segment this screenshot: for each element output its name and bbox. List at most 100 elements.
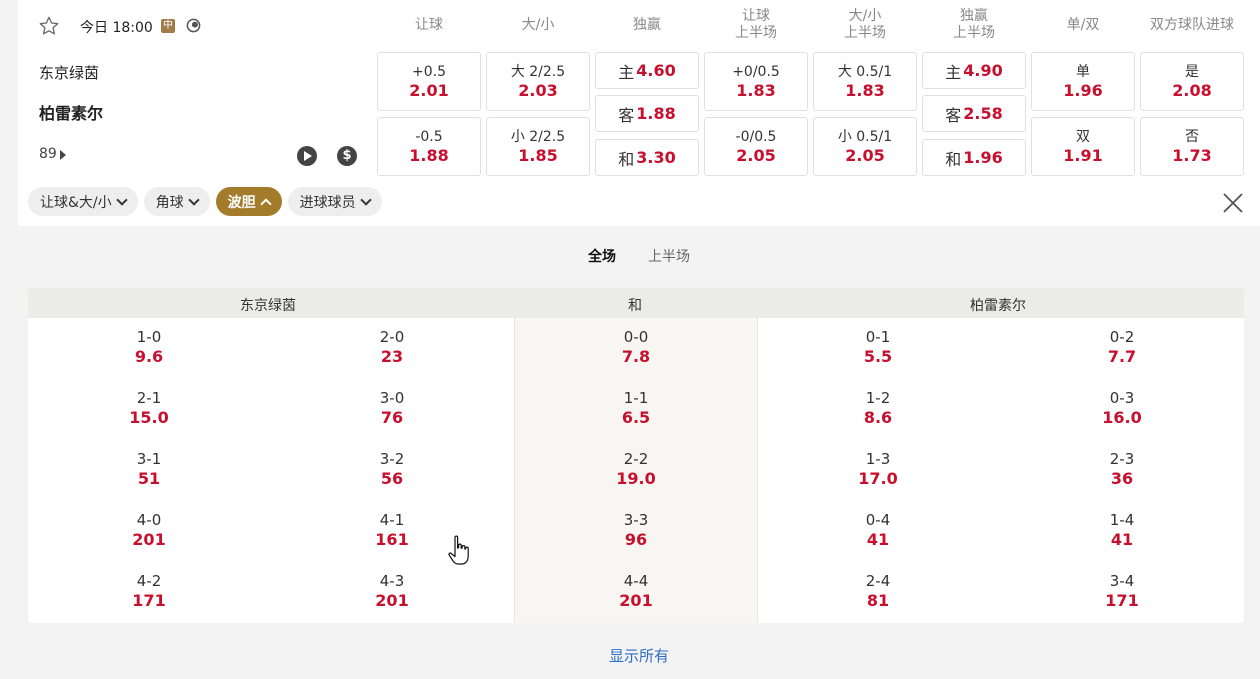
score-label: 1-0 — [136, 328, 162, 346]
score-odds: 9.6 — [134, 347, 164, 366]
dollar-icon[interactable]: $ — [337, 146, 357, 166]
chevron-down-icon — [359, 193, 372, 206]
score-cell[interactable]: 2-2 19.0 — [576, 450, 696, 489]
odds-cell-btts-yes[interactable]: 是 2.08 — [1140, 52, 1244, 111]
filter-handicap-total[interactable]: 让球&大/小 — [28, 187, 138, 216]
filter-goalscorer[interactable]: 进球球员 — [287, 187, 382, 216]
score-cell[interactable]: 1-0 9.6 — [89, 328, 209, 367]
score-cell[interactable]: 3-1 51 — [89, 450, 209, 489]
score-cell[interactable]: 4-0 201 — [89, 511, 209, 550]
hand-cursor-icon — [448, 535, 469, 565]
score-cell[interactable]: 1-2 8.6 — [818, 389, 938, 428]
odds-cell-winner-1h-draw[interactable]: 和 1.96 — [922, 139, 1026, 176]
score-cell[interactable]: 4-2 171 — [89, 572, 209, 611]
filter-correct-score[interactable]: 波胆 — [215, 187, 282, 216]
odds-line: 大 0.5/1 — [837, 64, 893, 80]
score-cell[interactable]: 4-4 201 — [576, 572, 696, 611]
odds-cell-winner-1h-home[interactable]: 主 4.90 — [922, 52, 1026, 89]
header-handicap-1h: 让球 上半场 — [704, 0, 808, 50]
score-label: 0-3 — [1109, 389, 1135, 407]
match-time: 今日 18:00 — [80, 20, 153, 36]
tab-full-time[interactable]: 全场 — [588, 246, 616, 266]
match-card: 今日 18:00 中 东京绿茵 柏雷素尔 89 $ 让球 大/小 独赢 让球 上… — [18, 0, 1260, 226]
score-odds: 161 — [375, 530, 409, 549]
header-total-1h-l2: 上半场 — [844, 25, 886, 41]
score-cell[interactable]: 0-2 7.7 — [1062, 328, 1182, 367]
odds-label: 否 — [1185, 129, 1199, 145]
score-label: 0-2 — [1109, 328, 1135, 346]
moon-icon — [186, 18, 201, 33]
score-odds: 8.6 — [863, 408, 893, 427]
odds-line: 小 2/2.5 — [510, 129, 566, 145]
score-label: 4-3 — [379, 572, 405, 590]
filter-corners[interactable]: 角球 — [143, 187, 210, 216]
score-cell[interactable]: 0-4 41 — [818, 511, 938, 550]
score-cell[interactable]: 1-1 6.5 — [576, 389, 696, 428]
score-cell[interactable]: 0-0 7.8 — [576, 328, 696, 367]
odds-cell-total-under[interactable]: 小 2/2.5 1.85 — [486, 117, 590, 176]
tab-first-half[interactable]: 上半场 — [648, 246, 690, 266]
score-cell[interactable]: 2-1 15.0 — [89, 389, 209, 428]
filter-label: 让球&大/小 — [40, 194, 112, 211]
score-label: 4-4 — [623, 572, 649, 590]
favorite-star-icon[interactable] — [38, 15, 60, 37]
grid-header-draw: 和 — [628, 298, 642, 314]
odds-cell-winner-home[interactable]: 主 4.60 — [595, 52, 699, 89]
odds-cell-btts-no[interactable]: 否 1.73 — [1140, 117, 1244, 176]
score-cell[interactable]: 2-4 81 — [818, 572, 938, 611]
score-odds: 76 — [380, 408, 404, 427]
odds-cell-handicap-home[interactable]: +0.5 2.01 — [377, 52, 481, 111]
score-label: 0-0 — [623, 328, 649, 346]
odds-cell-winner-1h-away[interactable]: 客 2.58 — [922, 95, 1026, 132]
odds-cell-winner-away[interactable]: 客 1.88 — [595, 95, 699, 132]
close-icon[interactable] — [1222, 192, 1244, 214]
odds-cell-total-over[interactable]: 大 2/2.5 2.03 — [486, 52, 590, 111]
score-odds: 201 — [132, 530, 166, 549]
odds-cell-even[interactable]: 双 1.91 — [1031, 117, 1135, 176]
score-odds: 16.0 — [1102, 408, 1142, 427]
odds-value: 3.30 — [636, 148, 676, 167]
score-odds: 171 — [132, 591, 166, 610]
show-all-link[interactable]: 显示所有 — [18, 645, 1260, 666]
filter-label: 进球球员 — [299, 194, 356, 211]
odds-value: 1.83 — [736, 81, 776, 100]
odds-label: 单 — [1076, 64, 1090, 80]
odds-label: 主 — [618, 62, 635, 82]
odds-cell-handicap-1h-home[interactable]: +0/0.5 1.83 — [704, 52, 808, 111]
header-winner-1h-l1: 独赢 — [960, 8, 988, 24]
odds-value: 2.05 — [736, 146, 776, 165]
score-cell[interactable]: 1-4 41 — [1062, 511, 1182, 550]
score-cell[interactable]: 4-1 161 — [332, 511, 452, 550]
odds-cell-total-1h-under[interactable]: 小 0.5/1 2.05 — [813, 117, 917, 176]
play-icon[interactable] — [297, 146, 317, 166]
odds-label: 和 — [618, 149, 635, 169]
odds-cell-handicap-away[interactable]: -0.5 1.88 — [377, 117, 481, 176]
header-handicap: 让球 — [415, 16, 443, 33]
score-label: 1-1 — [623, 389, 649, 407]
odds-cell-odd[interactable]: 单 1.96 — [1031, 52, 1135, 111]
score-cell[interactable]: 2-3 36 — [1062, 450, 1182, 489]
score-cell[interactable]: 4-3 201 — [332, 572, 452, 611]
header-total: 大/小 — [521, 16, 555, 33]
score-odds: 7.8 — [621, 347, 651, 366]
grid-header-away: 柏雷素尔 — [970, 298, 1026, 314]
score-cell[interactable]: 3-3 96 — [576, 511, 696, 550]
score-cell[interactable]: 0-3 16.0 — [1062, 389, 1182, 428]
score-label: 2-0 — [379, 328, 405, 346]
score-cell[interactable]: 3-2 56 — [332, 450, 452, 489]
odds-value: 1.88 — [636, 104, 676, 123]
odds-cell-total-1h-over[interactable]: 大 0.5/1 1.83 — [813, 52, 917, 111]
score-cell[interactable]: 0-1 5.5 — [818, 328, 938, 367]
score-cell[interactable]: 3-0 76 — [332, 389, 452, 428]
header-winner-1h-l2: 上半场 — [953, 25, 995, 41]
odds-cell-handicap-1h-away[interactable]: -0/0.5 2.05 — [704, 117, 808, 176]
odds-value: 1.91 — [1063, 146, 1103, 165]
score-cell[interactable]: 1-3 17.0 — [818, 450, 938, 489]
score-label: 2-1 — [136, 389, 162, 407]
odds-label: 双 — [1076, 129, 1090, 145]
odds-cell-winner-draw[interactable]: 和 3.30 — [595, 139, 699, 176]
score-cell[interactable]: 2-0 23 — [332, 328, 452, 367]
score-cell[interactable]: 3-4 171 — [1062, 572, 1182, 611]
header-winner-1h: 独赢 上半场 — [922, 0, 1026, 50]
score-odds: 56 — [380, 469, 404, 488]
